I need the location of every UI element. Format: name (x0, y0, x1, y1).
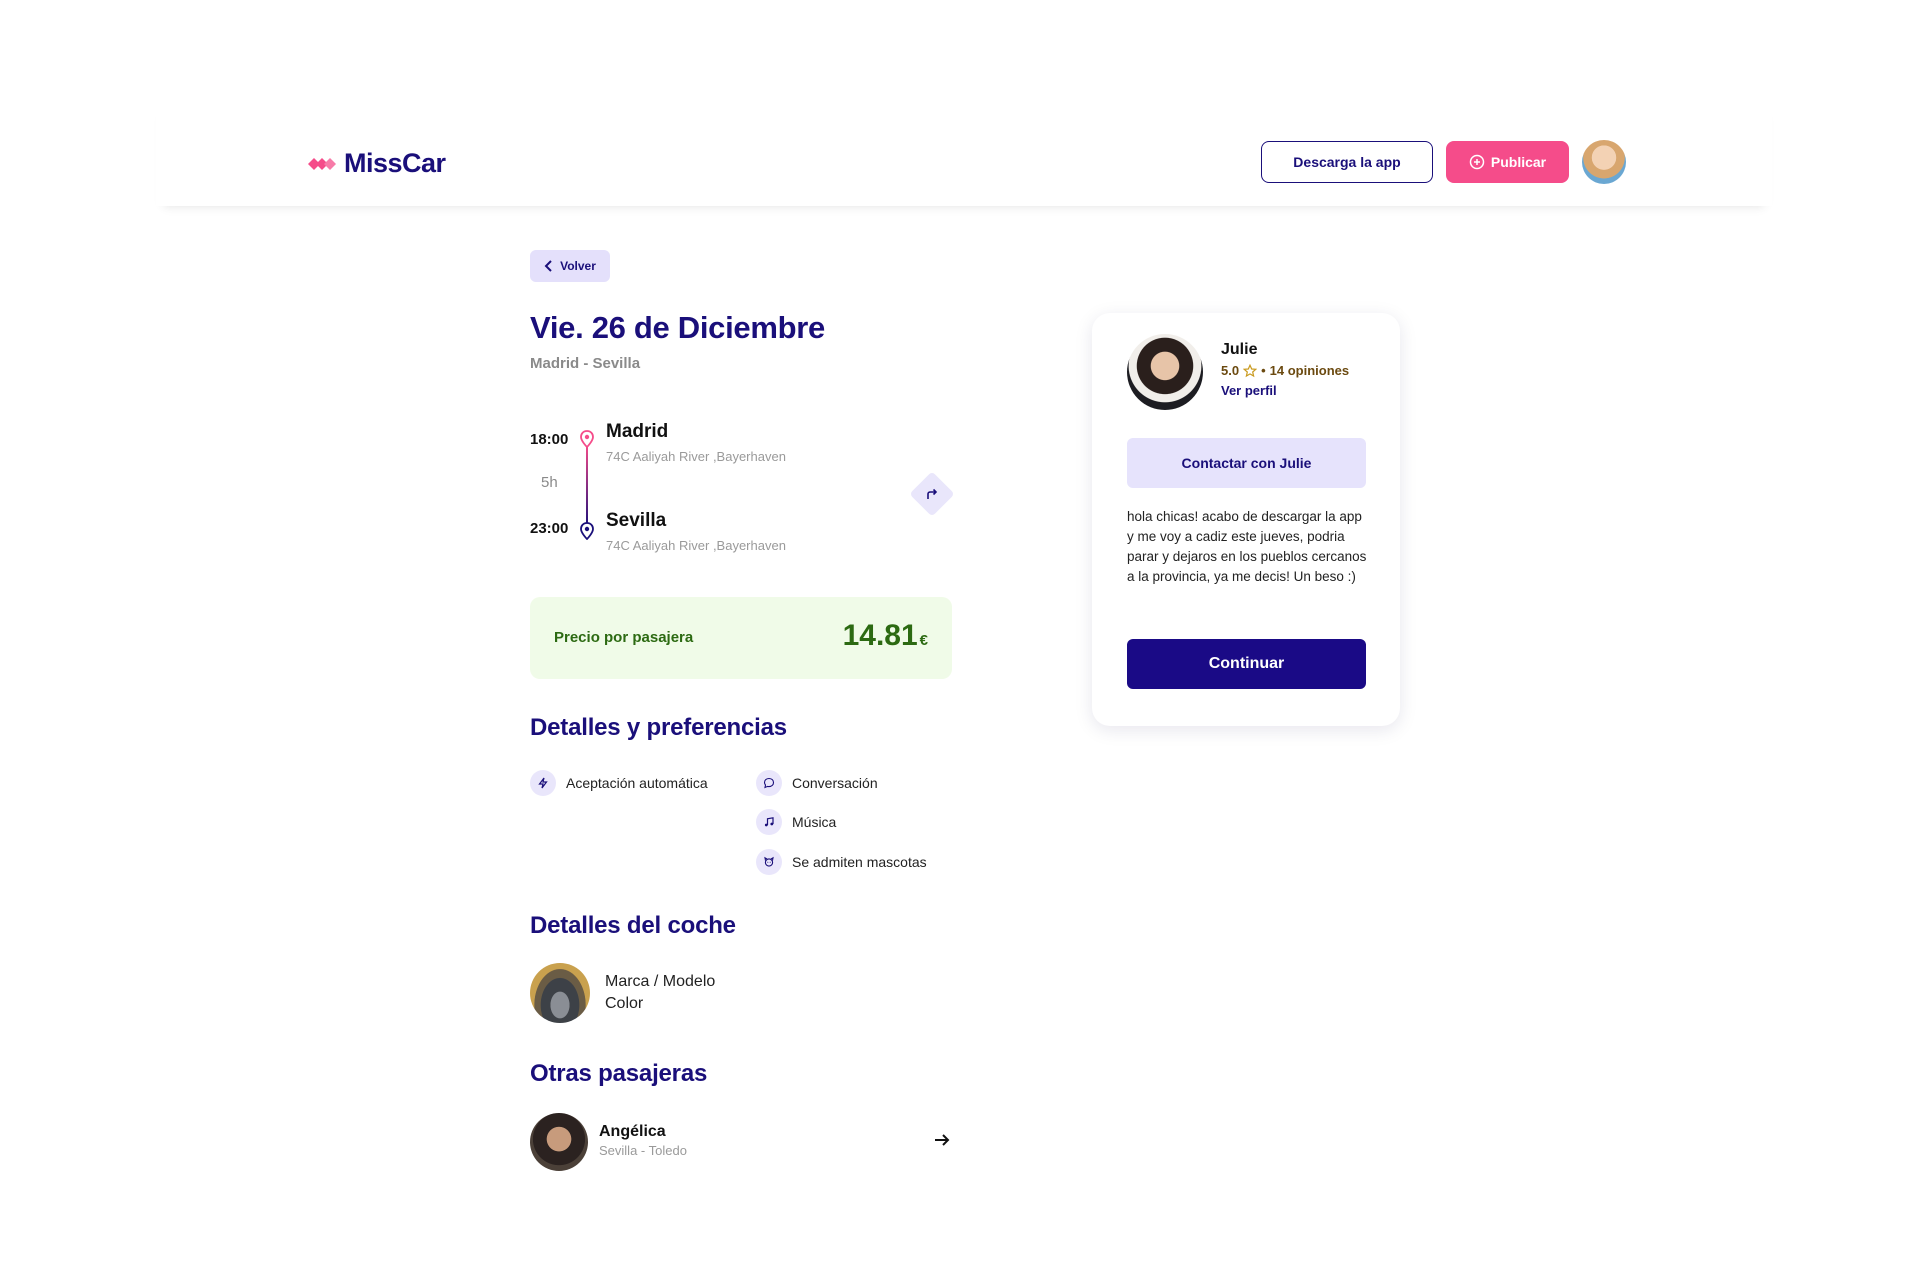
origin-address: 74C Aaliyah River ,Bayerhaven (606, 449, 786, 464)
passenger-route: Sevilla - Toledo (599, 1143, 687, 1158)
destination-pin-icon (580, 522, 594, 540)
trip-duration: 5h (541, 474, 558, 491)
driver-message: hola chicas! acabo de descargar la app y… (1127, 509, 1367, 584)
plus-circle-icon (1469, 154, 1485, 170)
timeline-line (586, 444, 588, 528)
star-icon (1243, 363, 1258, 377)
car-model: Marca / Modelo (605, 973, 716, 990)
car-details-title: Detalles del coche (530, 912, 736, 939)
pref-music: Música (756, 809, 836, 835)
route-summary: Madrid - Sevilla (530, 355, 641, 372)
misscar-logo-icon (308, 157, 336, 170)
origin-city: Madrid (606, 421, 669, 442)
passenger-name: Angélica (599, 1123, 666, 1140)
arrival-time: 23:00 (530, 520, 569, 537)
user-avatar[interactable] (1582, 140, 1626, 184)
chevron-left-icon (544, 260, 552, 272)
download-app-button[interactable]: Descarga la app (1261, 141, 1433, 183)
driver-card: Julie 5.0 • 14 opiniones Ver perfil Cont… (1092, 313, 1400, 726)
view-profile-link[interactable]: Ver perfil (1221, 383, 1277, 398)
pref-music-label: Música (792, 814, 837, 830)
brand-name: MissCar (344, 148, 446, 178)
price-panel: Precio por pasajera 14.81 € (530, 597, 952, 679)
contact-driver-button[interactable]: Contactar con Julie (1127, 438, 1366, 488)
directions-button[interactable] (909, 471, 955, 517)
departure-time: 18:00 (530, 431, 569, 448)
pref-pets-label: Se admiten mascotas (792, 854, 927, 870)
pet-icon (756, 849, 782, 875)
publish-button[interactable]: Publicar (1446, 141, 1569, 183)
review-count: 14 opiniones (1269, 363, 1350, 378)
car-color: Color (605, 995, 644, 1012)
top-navbar: MissCar Descarga la app Publicar (156, 100, 1772, 206)
car-photo (530, 963, 590, 1023)
continue-button[interactable]: Continuar (1127, 639, 1366, 689)
back-label: Volver (560, 259, 596, 273)
arrow-right-icon[interactable] (932, 1130, 952, 1150)
passenger-avatar (530, 1113, 588, 1171)
driver-rating: 5.0 • 14 opiniones (1221, 363, 1349, 378)
price-amount: 14.81 (842, 619, 918, 652)
price-currency: € (919, 632, 928, 649)
publish-label: Publicar (1490, 154, 1547, 170)
price-label: Precio por pasajera (554, 629, 694, 646)
destination-address: 74C Aaliyah River ,Bayerhaven (606, 538, 786, 553)
pref-auto-accept-label: Aceptación automática (566, 775, 708, 791)
brand-logo[interactable]: MissCar (306, 148, 446, 179)
turn-right-arrow-icon (927, 488, 938, 499)
origin-pin-icon (580, 430, 594, 448)
pref-conversation-label: Conversación (792, 775, 878, 791)
rating-value: 5.0 (1221, 363, 1240, 378)
back-button[interactable]: Volver (530, 250, 610, 282)
destination-city: Sevilla (606, 510, 667, 531)
rating-separator: • (1261, 363, 1266, 378)
other-passengers-title: Otras pasajeras (530, 1060, 708, 1087)
preferences-title: Detalles y preferencias (530, 714, 787, 741)
price-value: 14.81 € (843, 619, 928, 653)
lightning-icon (530, 770, 556, 796)
music-note-icon (756, 809, 782, 835)
pref-conversation: Conversación (756, 770, 878, 796)
pref-auto-accept: Aceptación automática (530, 770, 708, 796)
chat-bubble-icon (756, 770, 782, 796)
pref-pets: Se admiten mascotas (756, 849, 927, 875)
driver-avatar[interactable] (1127, 334, 1203, 410)
trip-date-title: Vie. 26 de Diciembre (530, 310, 825, 345)
driver-name: Julie (1221, 341, 1258, 358)
